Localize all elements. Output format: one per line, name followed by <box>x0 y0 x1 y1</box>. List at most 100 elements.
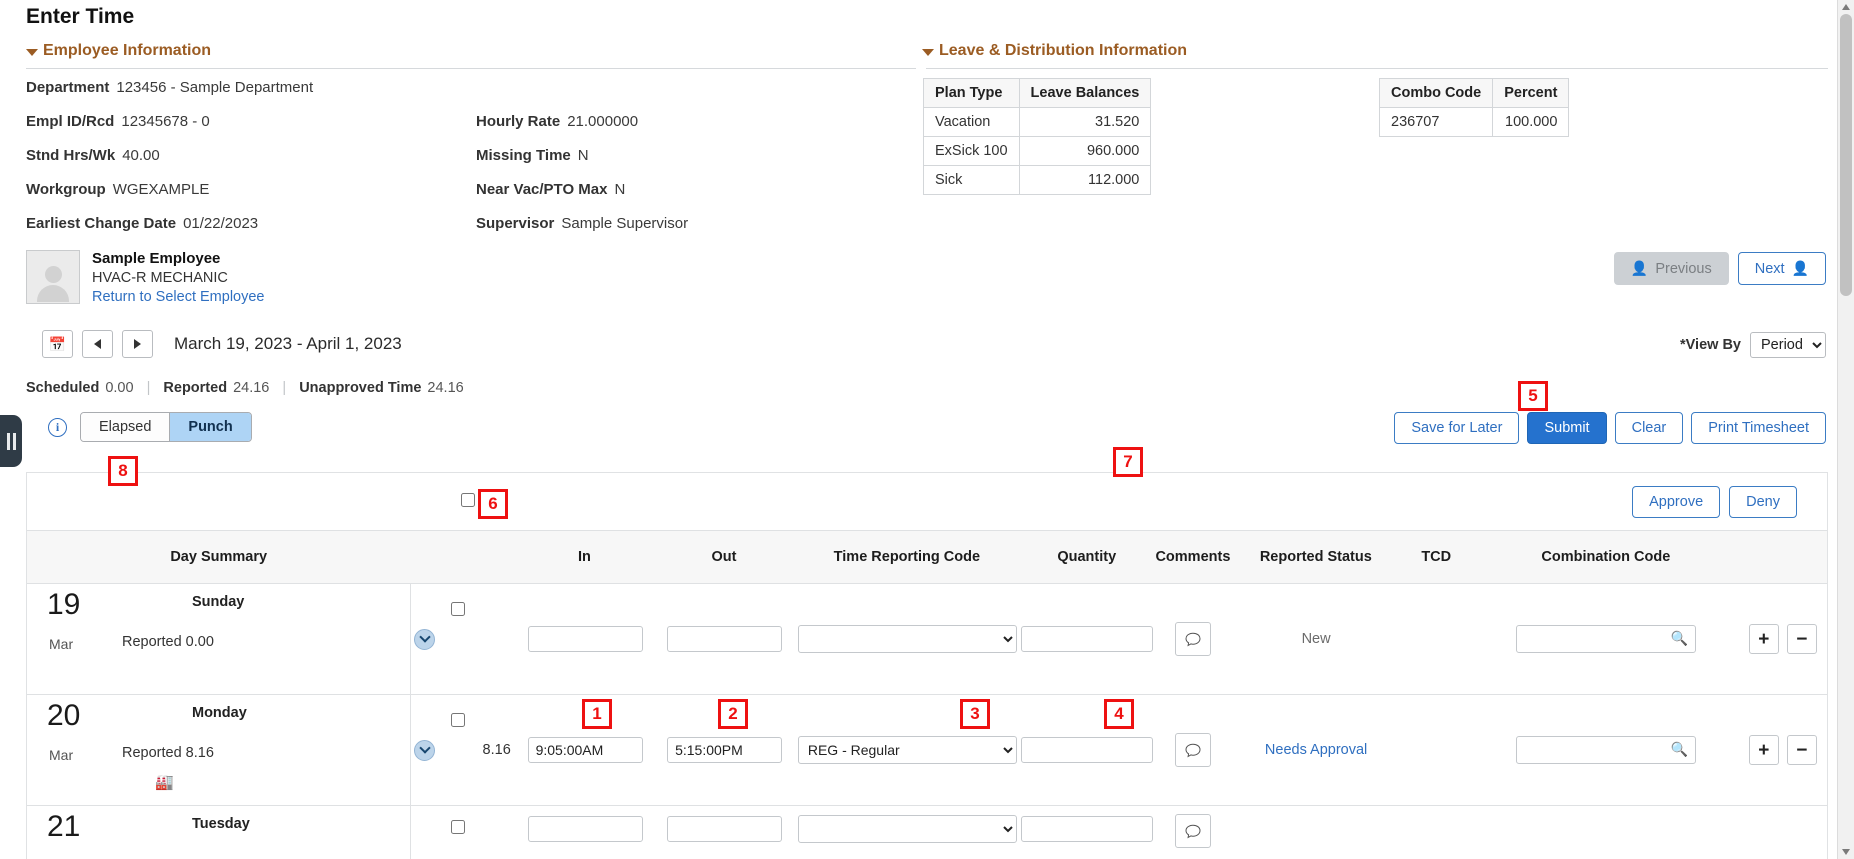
select-all-checkbox[interactable] <box>461 492 475 507</box>
field-earliest-change-date-label: Earliest Change Date <box>26 215 177 232</box>
magnifier-icon[interactable]: 🔍 <box>1671 630 1688 647</box>
return-to-select-employee-link[interactable]: Return to Select Employee <box>92 289 264 305</box>
employee-information-header[interactable]: Employee Information <box>26 42 211 60</box>
chevron-down-circle-icon[interactable] <box>414 628 436 650</box>
time-reporting-code-select[interactable] <box>797 815 1017 843</box>
in-time-input[interactable] <box>527 626 643 652</box>
factory-icon[interactable]: 🏭 <box>155 773 174 791</box>
reported-status-cell: Needs Approval <box>1233 695 1400 805</box>
field-near-vac-pto-max-value: N <box>614 181 626 198</box>
day-reported-summary: Reported 0.00 <box>122 634 214 650</box>
combination-code-cell: 🔍 <box>1473 695 1738 805</box>
magnifier-icon[interactable]: 🔍 <box>1671 741 1688 758</box>
combo-percent-value: 100.000 <box>1492 107 1570 137</box>
reported-status-cell <box>1233 806 1400 859</box>
avatar <box>26 250 80 304</box>
callout-marker-6: 6 <box>478 489 508 519</box>
comment-bubble-icon[interactable] <box>1175 733 1212 767</box>
timesheet-grid: Approve Deny Day Summary In Out Time Rep… <box>26 472 1828 859</box>
col-combination-code: Combination Code <box>1541 549 1671 565</box>
time-reporting-code-select[interactable]: REG - Regular <box>797 625 1017 653</box>
sidebar-collapse-handle[interactable] <box>0 415 22 467</box>
employee-pager: 👤 Previous Next 👤 <box>1613 252 1826 285</box>
tab-elapsed[interactable]: Elapsed <box>81 413 171 441</box>
quantity-input[interactable] <box>1021 626 1154 652</box>
row-select-checkbox[interactable] <box>451 820 466 834</box>
col-quantity: Quantity <box>1057 549 1117 565</box>
in-time-input[interactable] <box>527 816 643 842</box>
approve-button[interactable]: Approve <box>1632 485 1721 518</box>
quantity-input[interactable] <box>1021 816 1154 842</box>
combination-code-lookup[interactable]: 🔍 <box>1515 736 1696 764</box>
employee-information-label: Employee Information <box>43 42 212 59</box>
select-all-checkbox-wrap <box>461 492 475 511</box>
quantity-input[interactable] <box>1021 737 1154 763</box>
save-for-later-button[interactable]: Save for Later <box>1394 412 1520 444</box>
out-time-input[interactable] <box>667 737 783 763</box>
unapproved-label: Unapproved Time <box>299 380 422 396</box>
chevron-down-circle-icon[interactable] <box>414 739 436 761</box>
col-tcd: TCD <box>1421 549 1452 565</box>
scroll-up-icon[interactable] <box>1842 4 1850 10</box>
in-time-cell <box>515 584 655 694</box>
previous-employee-button[interactable]: 👤 Previous <box>1613 252 1729 285</box>
row-select-checkbox[interactable] <box>451 602 466 616</box>
elapsed-punch-segment: Elapsed Punch <box>80 412 252 442</box>
day-month: Mar <box>49 747 74 763</box>
submit-button[interactable]: Submit <box>1527 412 1607 444</box>
plus-icon[interactable]: + <box>1748 735 1779 765</box>
out-time-cell <box>655 806 795 859</box>
comment-bubble-icon[interactable] <box>1175 814 1212 848</box>
previous-period-button[interactable] <box>82 330 113 358</box>
scrollbar-thumb[interactable] <box>1840 14 1852 296</box>
row-actions-cell <box>1739 806 1827 859</box>
combo-col-percent: Percent <box>1492 78 1570 108</box>
callout-marker-3: 3 <box>960 699 990 729</box>
field-near-vac-pto-max: Near Vac/PTO Max N <box>476 181 625 198</box>
collapse-triangle-icon <box>26 48 38 56</box>
scroll-down-icon[interactable] <box>1842 849 1850 855</box>
day-name: Tuesday <box>192 816 250 832</box>
plus-icon[interactable]: + <box>1748 624 1779 654</box>
status-badge[interactable]: Needs Approval <box>1265 742 1367 758</box>
combination-code-cell <box>1473 806 1738 859</box>
view-by-label: *View By <box>1680 337 1741 353</box>
deny-button[interactable]: Deny <box>1729 485 1797 518</box>
field-stnd-hrs-label: Stnd Hrs/Wk <box>26 147 116 164</box>
tcd-cell <box>1400 584 1474 694</box>
info-icon[interactable]: i <box>48 417 67 437</box>
leave-distribution-header[interactable]: Leave & Distribution Information <box>922 42 1187 60</box>
field-stnd-hrs: Stnd Hrs/Wk 40.00 <box>26 147 160 164</box>
minus-icon[interactable]: − <box>1786 735 1817 765</box>
expand-row-cell <box>411 584 439 694</box>
time-reporting-code-select[interactable]: REG - Regular <box>797 736 1017 764</box>
tab-punch[interactable]: Punch <box>170 413 251 441</box>
comments-cell <box>1154 584 1233 694</box>
row-select-checkbox[interactable] <box>451 713 466 727</box>
comments-cell <box>1154 806 1233 859</box>
out-time-input[interactable] <box>667 626 783 652</box>
grid-header-row: Day Summary In Out Time Reporting Code Q… <box>27 531 1827 584</box>
calendar-button[interactable]: 📅 <box>42 330 73 358</box>
previous-label: Previous <box>1655 260 1712 277</box>
print-timesheet-button[interactable]: Print Timesheet <box>1691 412 1826 444</box>
combo-col-code: Combo Code <box>1378 78 1494 108</box>
vertical-scrollbar[interactable] <box>1837 0 1854 859</box>
next-employee-button[interactable]: Next 👤 <box>1737 252 1826 285</box>
out-time-cell <box>655 584 795 694</box>
clear-button[interactable]: Clear <box>1614 412 1684 444</box>
out-time-input[interactable] <box>667 816 783 842</box>
view-by-select[interactable]: Period Day Week <box>1750 332 1826 358</box>
person-avatar-icon <box>26 250 80 304</box>
comment-bubble-icon[interactable] <box>1175 622 1212 656</box>
timesheet-actions: Save for Later Submit Clear Print Timesh… <box>1394 412 1826 444</box>
combination-code-lookup[interactable]: 🔍 <box>1515 625 1696 653</box>
minus-icon[interactable]: − <box>1786 624 1817 654</box>
next-period-button[interactable] <box>122 330 153 358</box>
tcd-cell <box>1400 806 1474 859</box>
field-hourly-rate-value: 21.000000 <box>567 113 639 130</box>
in-time-input[interactable] <box>527 737 643 763</box>
tcd-cell <box>1400 695 1474 805</box>
leave-plan-type: Vacation <box>923 107 1020 137</box>
approval-toolbar: Approve Deny <box>27 473 1827 531</box>
